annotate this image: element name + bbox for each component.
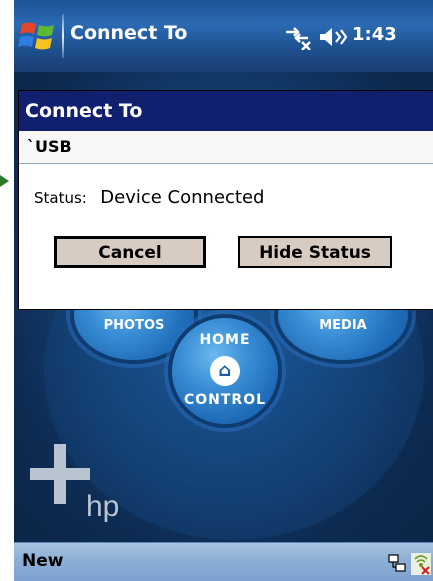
home-label: HOME <box>199 332 251 348</box>
house-icon: ⌂ <box>210 356 240 386</box>
bottom-bar: New <box>14 542 433 581</box>
start-logo-icon[interactable] <box>18 20 58 52</box>
hp-logo-icon: hp <box>30 444 119 523</box>
status-label: Status: <box>34 189 87 207</box>
home-control-button[interactable]: HOME ⌂ CONTROL <box>172 318 278 424</box>
title-bar: Connect To 1:43 <box>14 0 433 72</box>
connect-dialog: Connect To `USB Status: Device Connected… <box>18 90 433 310</box>
media-label: MEDIA <box>319 318 367 333</box>
new-softkey[interactable]: New <box>22 551 63 571</box>
cancel-button[interactable]: Cancel <box>54 236 206 268</box>
dialog-title: Connect To <box>19 91 433 131</box>
connectivity-icon[interactable] <box>282 24 314 50</box>
photos-label: PHOTOS <box>103 318 165 333</box>
network-icon[interactable] <box>388 553 406 573</box>
status-value: Device Connected <box>100 187 265 208</box>
connection-name: `USB <box>19 131 433 164</box>
volume-icon[interactable] <box>318 25 348 49</box>
hp-brand-text: hp <box>86 490 119 523</box>
arrow-marker-icon <box>0 175 9 187</box>
title-divider <box>62 14 64 58</box>
app-title: Connect To <box>70 22 188 44</box>
wireless-icon[interactable] <box>411 553 431 575</box>
hide-status-button[interactable]: Hide Status <box>238 236 392 268</box>
device-screen: Connect To 1:43 PHOTOS MEDIA HOME ⌂ CONT… <box>14 0 433 581</box>
clock[interactable]: 1:43 <box>352 24 397 45</box>
control-label: CONTROL <box>183 392 267 408</box>
status-row: Status: Device Connected <box>34 187 264 208</box>
